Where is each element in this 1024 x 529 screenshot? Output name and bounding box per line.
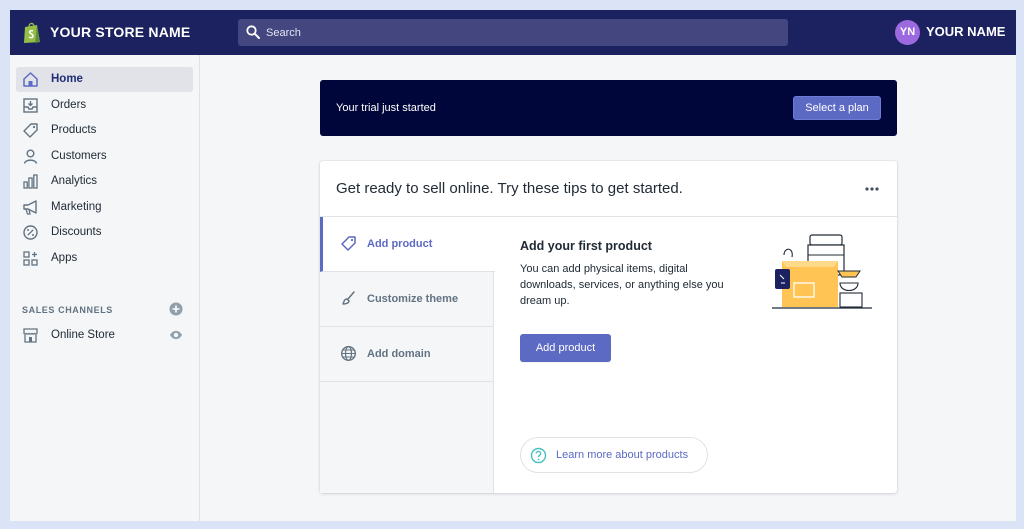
store-name[interactable]: YOUR STORE NAME <box>50 24 190 40</box>
sidebar-item-online-store[interactable]: Online Store <box>16 323 193 348</box>
product-boxes-illustration <box>772 234 872 309</box>
sidebar-item-label: Customers <box>51 150 107 162</box>
help-circle-icon <box>530 447 547 464</box>
getting-started-card: Get ready to sell online. Try these tips… <box>320 161 897 493</box>
sidebar-item-analytics[interactable]: Analytics <box>16 169 193 194</box>
apps-grid-icon <box>23 251 38 266</box>
trial-banner: Your trial just started Select a plan <box>320 80 897 136</box>
sidebar-item-label: Apps <box>51 252 78 264</box>
trial-text: Your trial just started <box>336 102 436 114</box>
person-icon <box>23 149 38 164</box>
learn-more-link[interactable]: Learn more about products <box>520 437 708 473</box>
sidebar-item-label: Analytics <box>51 175 98 187</box>
add-sales-channel-icon[interactable] <box>169 302 183 316</box>
search-icon <box>246 25 260 39</box>
sidebar-item-apps[interactable]: Apps <box>16 246 193 271</box>
sales-channels-heading: SALES CHANNELS <box>22 305 113 315</box>
tab-add-domain[interactable]: Add domain <box>320 327 494 382</box>
sidebar: Home Orders Products Customers Analytics… <box>10 55 200 521</box>
add-product-button[interactable]: Add product <box>520 334 611 362</box>
avatar[interactable]: YN <box>895 20 920 45</box>
detail-description: You can add physical items, digital down… <box>520 263 724 307</box>
sidebar-item-label: Marketing <box>51 201 102 213</box>
brush-icon <box>342 291 355 305</box>
tab-label: Customize theme <box>367 293 459 305</box>
tag-icon <box>341 236 356 251</box>
storefront-icon <box>23 328 38 343</box>
top-bar: YOUR STORE NAME Search YN YOUR NAME <box>10 10 1016 55</box>
more-actions-icon[interactable] <box>865 187 879 191</box>
sidebar-item-label: Discounts <box>51 226 102 238</box>
sidebar-item-discounts[interactable]: Discounts <box>16 220 193 245</box>
orders-icon <box>23 98 38 113</box>
home-icon <box>23 72 38 87</box>
tag-icon <box>23 123 38 138</box>
search-placeholder: Search <box>266 27 301 39</box>
user-name[interactable]: YOUR NAME <box>926 24 1005 39</box>
tips-tab-list: Add product Customize theme Add domain <box>320 217 495 493</box>
app-frame: YOUR STORE NAME Search YN YOUR NAME Home <box>10 10 1016 521</box>
sidebar-item-orders[interactable]: Orders <box>16 93 193 118</box>
tab-label: Add product <box>367 238 433 250</box>
detail-title: Add your first product <box>520 239 652 253</box>
sidebar-item-label: Online Store <box>51 329 115 341</box>
card-title: Get ready to sell online. Try these tips… <box>336 180 683 197</box>
sidebar-item-products[interactable]: Products <box>16 118 193 143</box>
tab-add-product[interactable]: Add product <box>320 217 495 272</box>
sidebar-item-home[interactable]: Home <box>16 67 193 92</box>
sidebar-item-marketing[interactable]: Marketing <box>16 195 193 220</box>
search-input[interactable]: Search <box>238 19 788 46</box>
megaphone-icon <box>23 200 37 215</box>
sidebar-item-label: Home <box>51 73 83 85</box>
tab-label: Add domain <box>367 348 431 360</box>
bar-chart-icon <box>23 174 38 189</box>
sidebar-item-label: Products <box>51 124 97 136</box>
shopify-bag-icon[interactable] <box>22 22 42 44</box>
discount-icon <box>23 225 38 240</box>
select-plan-button[interactable]: Select a plan <box>793 96 881 120</box>
globe-icon <box>340 345 357 362</box>
sidebar-item-label: Orders <box>51 99 87 111</box>
tab-customize-theme[interactable]: Customize theme <box>320 272 494 327</box>
eye-icon[interactable] <box>169 329 183 341</box>
learn-more-label: Learn more about products <box>556 449 689 461</box>
sidebar-item-customers[interactable]: Customers <box>16 144 193 169</box>
